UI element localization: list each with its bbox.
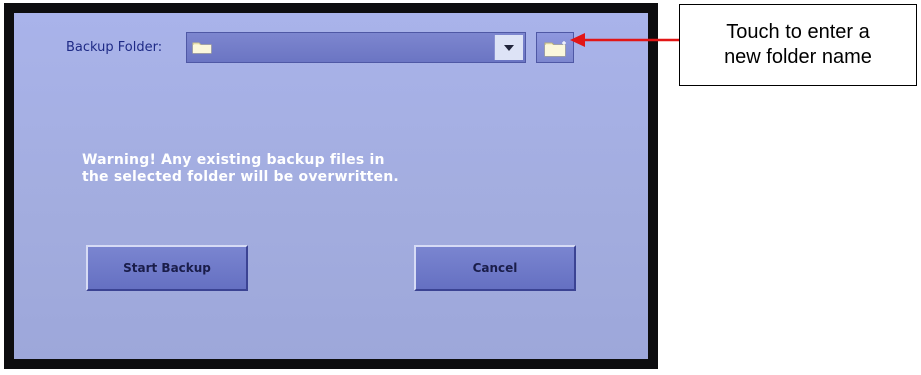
new-folder-icon <box>544 41 566 57</box>
screen-bezel: Backup Folder: Warning! Any existing bac… <box>4 3 658 369</box>
warning-line-2: the selected folder will be overwritten. <box>82 169 399 185</box>
page: Backup Folder: Warning! Any existing bac… <box>0 0 921 375</box>
folder-icon <box>192 42 212 54</box>
backup-folder-label: Backup Folder: <box>66 40 163 55</box>
new-folder-button[interactable] <box>536 32 574 63</box>
cancel-button[interactable]: Cancel <box>414 245 576 291</box>
backup-screen: Backup Folder: Warning! Any existing bac… <box>14 13 648 359</box>
overwrite-warning: Warning! Any existing backup files in th… <box>82 152 502 186</box>
start-backup-button[interactable]: Start Backup <box>86 245 248 291</box>
callout-text: Touch to enter a new folder name <box>724 21 872 68</box>
cancel-label: Cancel <box>472 261 518 275</box>
callout-box: Touch to enter a new folder name <box>679 4 917 86</box>
start-backup-label: Start Backup <box>123 261 211 275</box>
warning-line-1: Warning! Any existing backup files in <box>82 152 385 168</box>
callout-arrow <box>570 33 679 47</box>
chevron-down-icon[interactable] <box>494 35 523 60</box>
backup-folder-dropdown[interactable] <box>186 32 526 63</box>
